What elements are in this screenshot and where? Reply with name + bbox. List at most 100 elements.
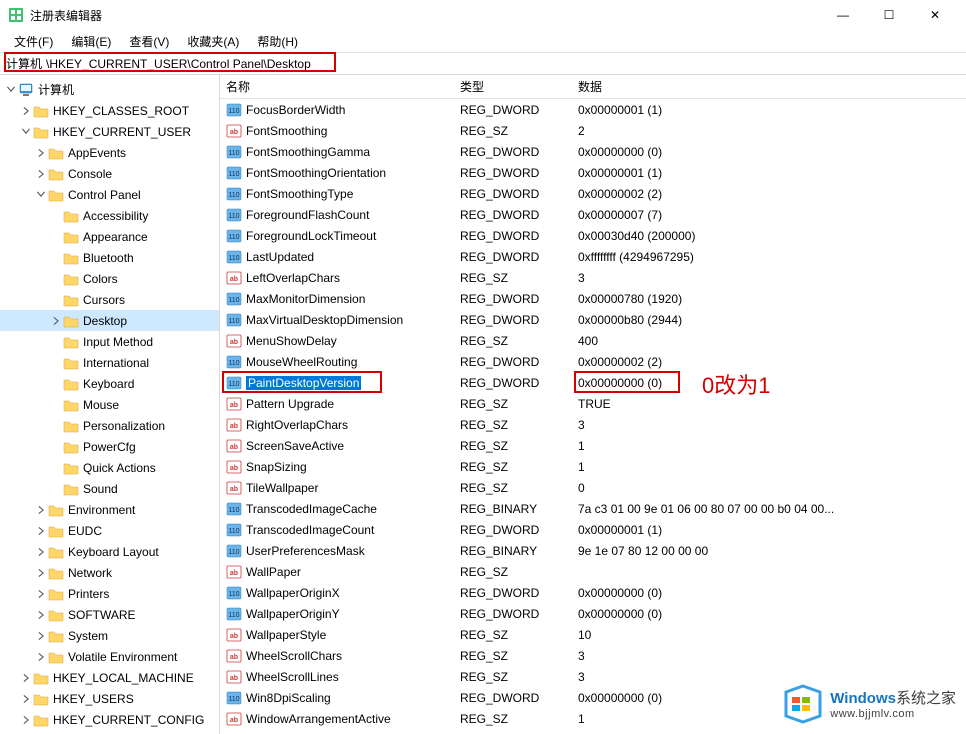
- list-row[interactable]: WallpaperOriginXREG_DWORD0x00000000 (0): [220, 582, 966, 603]
- expander-icon[interactable]: [19, 692, 33, 706]
- tree-item-system[interactable]: System: [0, 625, 219, 646]
- tree-item-eudc[interactable]: EUDC: [0, 520, 219, 541]
- expander-icon[interactable]: [34, 188, 48, 202]
- expander-icon[interactable]: [34, 587, 48, 601]
- column-header-type[interactable]: 类型: [454, 78, 572, 95]
- tree-item-hkey-current-user[interactable]: HKEY_CURRENT_USER: [0, 121, 219, 142]
- expander-icon[interactable]: [49, 209, 63, 223]
- expander-icon[interactable]: [34, 545, 48, 559]
- list-row[interactable]: LastUpdatedREG_DWORD0xffffffff (42949672…: [220, 246, 966, 267]
- tree-item-colors[interactable]: Colors: [0, 268, 219, 289]
- tree-item-keyboard[interactable]: Keyboard: [0, 373, 219, 394]
- menu-view[interactable]: 查看(V): [121, 31, 177, 52]
- list-row[interactable]: MenuShowDelayREG_SZ400: [220, 330, 966, 351]
- tree-view[interactable]: 计算机HKEY_CLASSES_ROOTHKEY_CURRENT_USERApp…: [0, 75, 220, 734]
- tree-item-desktop[interactable]: Desktop: [0, 310, 219, 331]
- expander-icon[interactable]: [19, 713, 33, 727]
- menu-help[interactable]: 帮助(H): [249, 31, 306, 52]
- expander-icon[interactable]: [49, 251, 63, 265]
- maximize-button[interactable]: ☐: [866, 0, 912, 30]
- tree-item-appevents[interactable]: AppEvents: [0, 142, 219, 163]
- expander-icon[interactable]: [49, 272, 63, 286]
- menu-file[interactable]: 文件(F): [6, 31, 61, 52]
- list-row[interactable]: WallpaperStyleREG_SZ10: [220, 624, 966, 645]
- tree-item-hkey-classes-root[interactable]: HKEY_CLASSES_ROOT: [0, 100, 219, 121]
- tree-item-personalization[interactable]: Personalization: [0, 415, 219, 436]
- list-row[interactable]: UserPreferencesMaskREG_BINARY9e 1e 07 80…: [220, 540, 966, 561]
- expander-icon[interactable]: [49, 314, 63, 328]
- list-row[interactable]: TranscodedImageCacheREG_BINARY7a c3 01 0…: [220, 498, 966, 519]
- tree-item-bluetooth[interactable]: Bluetooth: [0, 247, 219, 268]
- list-row[interactable]: MouseWheelRoutingREG_DWORD0x00000002 (2): [220, 351, 966, 372]
- expander-icon[interactable]: [19, 125, 33, 139]
- tree-item-powercfg[interactable]: PowerCfg: [0, 436, 219, 457]
- list-row[interactable]: MaxVirtualDesktopDimensionREG_DWORD0x000…: [220, 309, 966, 330]
- tree-item-console[interactable]: Console: [0, 163, 219, 184]
- list-row[interactable]: RightOverlapCharsREG_SZ3: [220, 414, 966, 435]
- tree-item--[interactable]: 计算机: [0, 79, 219, 100]
- tree-item-quick-actions[interactable]: Quick Actions: [0, 457, 219, 478]
- address-input[interactable]: [44, 56, 960, 72]
- close-button[interactable]: ✕: [912, 0, 958, 30]
- tree-item-network[interactable]: Network: [0, 562, 219, 583]
- list-row[interactable]: WallpaperOriginYREG_DWORD0x00000000 (0): [220, 603, 966, 624]
- expander-icon[interactable]: [49, 440, 63, 454]
- tree-item-sound[interactable]: Sound: [0, 478, 219, 499]
- tree-item-hkey-users[interactable]: HKEY_USERS: [0, 688, 219, 709]
- expander-icon[interactable]: [49, 461, 63, 475]
- expander-icon[interactable]: [49, 356, 63, 370]
- list-row[interactable]: SnapSizingREG_SZ1: [220, 456, 966, 477]
- list-row[interactable]: ForegroundFlashCountREG_DWORD0x00000007 …: [220, 204, 966, 225]
- expander-icon[interactable]: [19, 671, 33, 685]
- list-row[interactable]: LeftOverlapCharsREG_SZ3: [220, 267, 966, 288]
- expander-icon[interactable]: [34, 566, 48, 580]
- list-row[interactable]: WheelScrollCharsREG_SZ3: [220, 645, 966, 666]
- list-row[interactable]: ForegroundLockTimeoutREG_DWORD0x00030d40…: [220, 225, 966, 246]
- expander-icon[interactable]: [34, 629, 48, 643]
- tree-item-volatile-environment[interactable]: Volatile Environment: [0, 646, 219, 667]
- column-header-name[interactable]: 名称: [220, 78, 454, 95]
- list-row[interactable]: Pattern UpgradeREG_SZTRUE: [220, 393, 966, 414]
- menu-favorites[interactable]: 收藏夹(A): [179, 31, 247, 52]
- list-row[interactable]: MaxMonitorDimensionREG_DWORD0x00000780 (…: [220, 288, 966, 309]
- list-row[interactable]: FontSmoothingTypeREG_DWORD0x00000002 (2): [220, 183, 966, 204]
- list-row[interactable]: WallPaperREG_SZ: [220, 561, 966, 582]
- expander-icon[interactable]: [49, 230, 63, 244]
- list-row[interactable]: PaintDesktopVersionREG_DWORD0x00000000 (…: [220, 372, 966, 393]
- list-row[interactable]: FontSmoothingREG_SZ2: [220, 120, 966, 141]
- list-row[interactable]: TileWallpaperREG_SZ0: [220, 477, 966, 498]
- expander-icon[interactable]: [4, 83, 18, 97]
- expander-icon[interactable]: [34, 524, 48, 538]
- tree-item-hkey-local-machine[interactable]: HKEY_LOCAL_MACHINE: [0, 667, 219, 688]
- expander-icon[interactable]: [19, 104, 33, 118]
- menu-edit[interactable]: 编辑(E): [63, 31, 119, 52]
- expander-icon[interactable]: [34, 146, 48, 160]
- expander-icon[interactable]: [49, 482, 63, 496]
- tree-item-mouse[interactable]: Mouse: [0, 394, 219, 415]
- expander-icon[interactable]: [34, 650, 48, 664]
- tree-item-hkey-current-config[interactable]: HKEY_CURRENT_CONFIG: [0, 709, 219, 730]
- tree-item-input-method[interactable]: Input Method: [0, 331, 219, 352]
- expander-icon[interactable]: [49, 377, 63, 391]
- tree-item-environment[interactable]: Environment: [0, 499, 219, 520]
- expander-icon[interactable]: [34, 608, 48, 622]
- expander-icon[interactable]: [49, 398, 63, 412]
- column-header-data[interactable]: 数据: [572, 78, 966, 95]
- tree-item-international[interactable]: International: [0, 352, 219, 373]
- expander-icon[interactable]: [34, 503, 48, 517]
- list-row[interactable]: FontSmoothingOrientationREG_DWORD0x00000…: [220, 162, 966, 183]
- list-row[interactable]: FocusBorderWidthREG_DWORD0x00000001 (1): [220, 99, 966, 120]
- expander-icon[interactable]: [49, 335, 63, 349]
- tree-item-keyboard-layout[interactable]: Keyboard Layout: [0, 541, 219, 562]
- list-row[interactable]: FontSmoothingGammaREG_DWORD0x00000000 (0…: [220, 141, 966, 162]
- tree-item-accessibility[interactable]: Accessibility: [0, 205, 219, 226]
- tree-item-appearance[interactable]: Appearance: [0, 226, 219, 247]
- list-row[interactable]: TranscodedImageCountREG_DWORD0x00000001 …: [220, 519, 966, 540]
- expander-icon[interactable]: [49, 419, 63, 433]
- minimize-button[interactable]: —: [820, 0, 866, 30]
- expander-icon[interactable]: [49, 293, 63, 307]
- list-row[interactable]: ScreenSaveActiveREG_SZ1: [220, 435, 966, 456]
- tree-item-printers[interactable]: Printers: [0, 583, 219, 604]
- list-view[interactable]: 名称类型数据 FocusBorderWidthREG_DWORD0x0000000…: [220, 75, 966, 734]
- tree-item-software[interactable]: SOFTWARE: [0, 604, 219, 625]
